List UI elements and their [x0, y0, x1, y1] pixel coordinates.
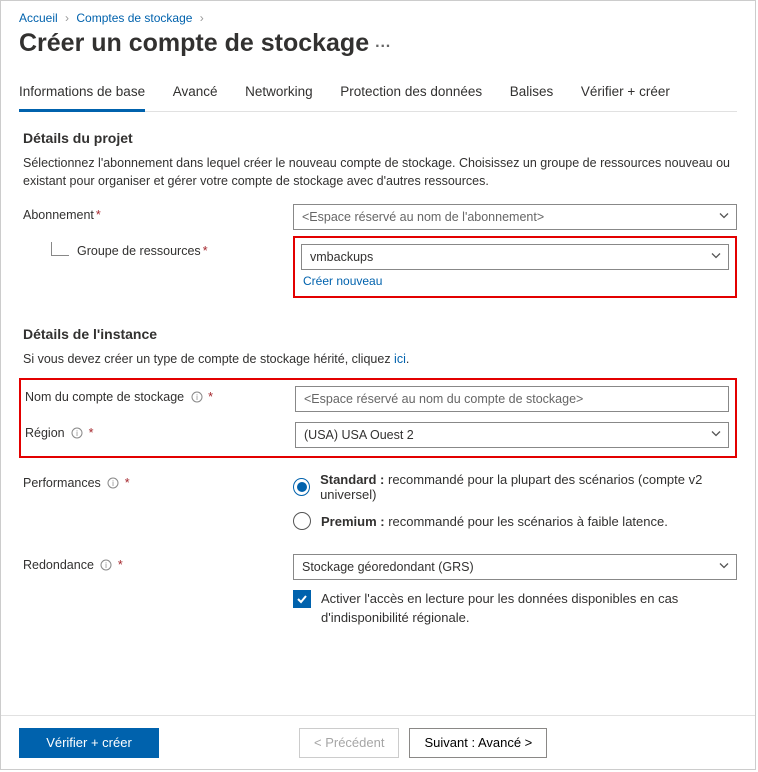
info-icon[interactable]: i: [107, 477, 119, 492]
tab-bar: Informations de base Avancé Networking P…: [19, 78, 737, 112]
review-create-button[interactable]: Vérifier + créer: [19, 728, 159, 758]
read-access-checkbox[interactable]: [293, 590, 311, 608]
project-details-heading: Détails du projet: [19, 130, 737, 146]
tab-review[interactable]: Vérifier + créer: [581, 78, 670, 109]
info-icon[interactable]: i: [191, 391, 203, 406]
breadcrumb-home[interactable]: Accueil: [19, 11, 58, 25]
svg-text:i: i: [112, 479, 114, 488]
chevron-down-icon: [710, 428, 722, 443]
tab-data-protection[interactable]: Protection des données: [340, 78, 482, 109]
instance-details-description: Si vous devez créer un type de compte de…: [19, 350, 737, 368]
chevron-down-icon: [718, 210, 730, 225]
svg-text:i: i: [106, 561, 108, 570]
more-icon[interactable]: ···: [375, 38, 391, 55]
storage-account-name-input[interactable]: <Espace réservé au nom du compte de stoc…: [295, 386, 729, 412]
region-label: Région i *: [25, 422, 295, 441]
wizard-footer: Vérifier + créer < Précédent Suivant : A…: [1, 715, 755, 769]
project-details-section: Détails du projet Sélectionnez l'abonnem…: [19, 130, 737, 308]
subscription-dropdown[interactable]: <Espace réservé au nom de l'abonnement>: [293, 204, 737, 230]
breadcrumb-storage-accounts[interactable]: Comptes de stockage: [76, 11, 192, 25]
performance-label: Performances i *: [23, 472, 293, 491]
chevron-down-icon: [718, 560, 730, 575]
project-details-description: Sélectionnez l'abonnement dans lequel cr…: [19, 154, 737, 190]
previous-button: < Précédent: [299, 728, 399, 758]
performance-standard-radio[interactable]: Standard : recommandé pour la plupart de…: [293, 472, 737, 502]
legacy-link[interactable]: ici: [394, 352, 406, 366]
instance-details-heading: Détails de l'instance: [19, 326, 737, 342]
resource-group-highlight: vmbackups Créer nouveau: [293, 236, 737, 298]
next-button[interactable]: Suivant : Avancé >: [409, 728, 547, 758]
tab-networking[interactable]: Networking: [245, 78, 313, 109]
info-icon[interactable]: i: [71, 427, 83, 442]
chevron-down-icon: [710, 250, 722, 265]
tab-basics[interactable]: Informations de base: [19, 78, 145, 112]
svg-text:i: i: [76, 429, 78, 438]
performance-premium-radio[interactable]: Premium : recommandé pour les scénarios …: [293, 512, 737, 530]
tab-advanced[interactable]: Avancé: [173, 78, 218, 109]
redundancy-label: Redondance i *: [23, 554, 293, 573]
redundancy-dropdown[interactable]: Stockage géoredondant (GRS): [293, 554, 737, 580]
info-icon[interactable]: i: [100, 559, 112, 574]
tab-tags[interactable]: Balises: [510, 78, 554, 109]
page-title: Créer un compte de stockage···: [19, 29, 737, 58]
create-new-link[interactable]: Créer nouveau: [301, 274, 729, 288]
storage-account-name-label: Nom du compte de stockage i *: [25, 386, 295, 405]
chevron-right-icon: ›: [65, 11, 69, 25]
breadcrumb: Accueil › Comptes de stockage ›: [19, 11, 737, 25]
resource-group-dropdown[interactable]: vmbackups: [301, 244, 729, 270]
svg-text:i: i: [196, 393, 198, 402]
read-access-checkbox-label: Activer l'accès en lecture pour les donn…: [321, 590, 737, 626]
region-dropdown[interactable]: (USA) USA Ouest 2: [295, 422, 729, 448]
chevron-right-icon: ›: [200, 11, 204, 25]
resource-group-label: Groupe de ressources*: [23, 240, 293, 258]
subscription-label: Abonnement*: [23, 204, 293, 222]
instance-details-section: Détails de l'instance Si vous devez crée…: [19, 326, 737, 627]
instance-highlight: Nom du compte de stockage i * <Espace ré…: [19, 378, 737, 458]
